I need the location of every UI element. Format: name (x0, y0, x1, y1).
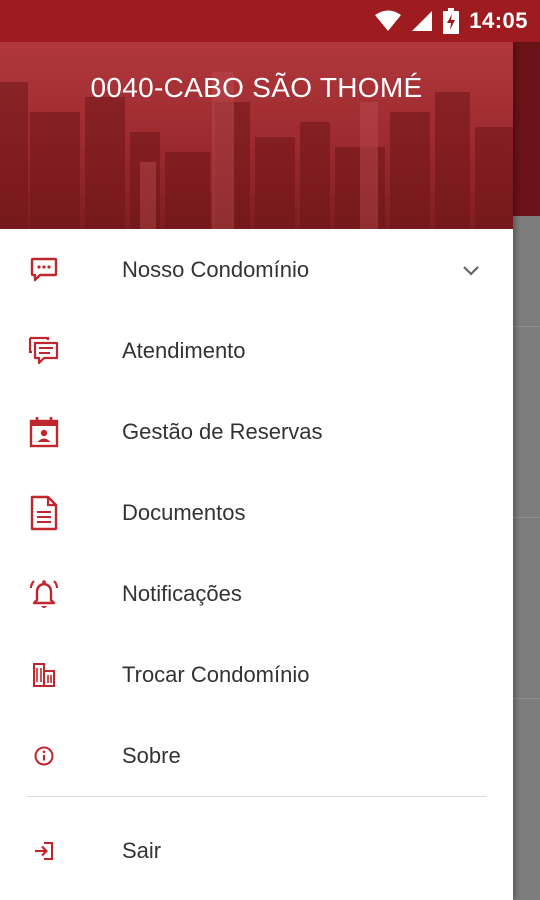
menu-item-sair[interactable]: Sair (0, 810, 513, 891)
logout-icon (26, 833, 62, 869)
document-icon (26, 495, 62, 531)
background-app-scrim[interactable] (513, 42, 540, 900)
menu-item-gestao-de-reservas[interactable]: Gestão de Reservas (0, 391, 513, 472)
bell-icon (26, 576, 62, 612)
info-icon (26, 738, 62, 774)
battery-charging-icon (443, 8, 460, 34)
menu-item-trocar-condominio[interactable]: Trocar Condomínio (0, 634, 513, 715)
background-app-header (513, 42, 540, 216)
status-time: 14:05 (469, 8, 528, 33)
menu-item-nosso-condominio[interactable]: Nosso Condomínio (0, 229, 513, 310)
menu-item-atendimento[interactable]: Atendimento (0, 310, 513, 391)
status-icons: 14:05 (375, 7, 528, 35)
chat-bubble-icon (26, 252, 62, 288)
menu-item-label: Sair (122, 837, 162, 863)
background-divider (513, 517, 540, 518)
menu-divider (27, 796, 486, 797)
menu-item-sobre[interactable]: Sobre (0, 715, 513, 796)
building-icon (26, 657, 62, 693)
status-bar: 14:05 (0, 0, 540, 42)
background-divider (513, 326, 540, 327)
menu-item-label: Nosso Condomínio (122, 256, 310, 282)
drawer-menu: Nosso Condomínio Atendimento Gestão de R… (0, 229, 513, 891)
wifi-icon (375, 10, 402, 31)
menu-item-label: Atendimento (122, 337, 246, 363)
menu-item-label: Gestão de Reservas (122, 418, 323, 444)
background-divider (513, 698, 540, 699)
condominium-title: 0040-CABO SÃO THOMÉ (90, 72, 423, 103)
navigation-drawer: 0040-CABO SÃO THOMÉ Nosso Condomínio Ate… (0, 42, 513, 900)
menu-item-label: Sobre (122, 742, 181, 768)
menu-item-label: Notificações (122, 580, 242, 606)
menu-item-notificacoes[interactable]: Notificações (0, 553, 513, 634)
menu-item-documentos[interactable]: Documentos (0, 472, 513, 553)
drawer-header: 0040-CABO SÃO THOMÉ (0, 42, 513, 229)
city-skyline-background (0, 72, 513, 229)
chevron-down-icon[interactable] (459, 258, 483, 282)
signal-icon (412, 11, 433, 31)
menu-item-label: Documentos (122, 499, 246, 525)
calendar-person-icon (26, 414, 62, 450)
menu-item-label: Trocar Condomínio (122, 661, 310, 687)
conversation-icon (26, 333, 62, 369)
